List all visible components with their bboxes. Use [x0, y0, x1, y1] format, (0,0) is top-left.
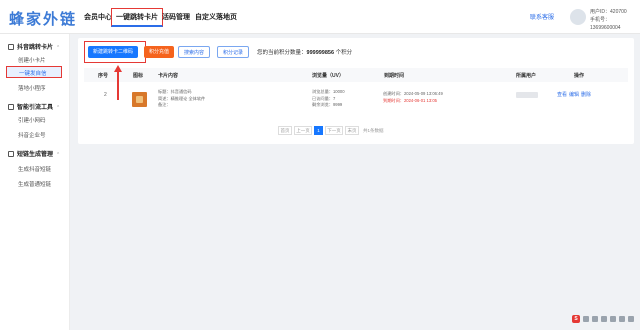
tray-icon — [619, 316, 625, 322]
annotation-arrow-line — [117, 70, 119, 100]
search-content-button[interactable]: 搜索内容 — [178, 46, 211, 58]
user-id-label: 用户ID： — [590, 9, 611, 15]
points-label: 您的当前积分数量： — [257, 50, 307, 56]
nav-custom-landing[interactable]: 自定义落地页 — [195, 12, 237, 22]
logo: 蜂家外链 — [9, 10, 78, 28]
expire-time: 到期时间：2024-06-01 13:05 — [383, 97, 438, 103]
pager-prev[interactable]: 上一页 — [294, 126, 312, 135]
sidebar-item-one-click[interactable]: 一键发自信 — [6, 66, 62, 78]
col-uv: 浏览量（UV） — [312, 73, 344, 79]
owner-redacted — [516, 92, 538, 98]
sidebar-item-normal-shortlink[interactable]: 生成普通短链 — [18, 180, 51, 188]
col-content: 卡片内容 — [158, 73, 179, 79]
sidebar-item-douyin-shortlink[interactable]: 生成抖音短链 — [18, 165, 51, 173]
chevron-up-icon: ⌃ — [56, 105, 61, 111]
tools-icon — [8, 104, 14, 110]
content-panel: 新建跳转卡二维码 积分充值 搜索内容 积分记录 您的当前积分数量：9999998… — [78, 38, 634, 144]
sidebar-group-label: 短链生成管理 — [17, 152, 54, 158]
sidebar-group-short-link[interactable]: 短链生成管理 ⌃ — [8, 149, 60, 158]
create-qrcode-button[interactable]: 新建跳转卡二维码 — [88, 46, 139, 58]
sidebar-group-traffic-tools[interactable]: 智能引流工具 ⌃ — [8, 102, 60, 111]
chevron-up-icon: ⌃ — [56, 45, 61, 51]
tray-icon — [592, 316, 598, 322]
user-id-value: 420700 — [610, 9, 627, 15]
phone-value: 13699600004 — [590, 25, 621, 31]
content-note: 备注： — [158, 102, 171, 107]
view-link[interactable]: 查看 — [557, 91, 567, 98]
user-info: 用户ID：420700 手机号： 13699600004 — [590, 8, 634, 32]
col-index: 序号 — [98, 73, 109, 79]
card-icon — [8, 44, 14, 50]
sidebar: 抖音跳转卡片 ⌃ 创建小卡片 一键发自信 落地小程序 智能引流工具 ⌃ 引建小网码 … — [0, 34, 70, 330]
pager-first[interactable]: 首页 — [278, 126, 292, 135]
col-owner: 所属用户 — [516, 73, 537, 79]
points-record-button[interactable]: 积分记录 — [217, 46, 250, 58]
points-summary: 您的当前积分数量：999999856 个积分 — [257, 48, 352, 56]
link-icon — [8, 151, 14, 157]
system-tray: S — [572, 314, 634, 324]
s-logo-icon: S — [572, 315, 580, 323]
sidebar-group-jump-card[interactable]: 抖音跳转卡片 ⌃ — [8, 42, 60, 51]
recharge-button[interactable]: 积分充值 — [144, 46, 175, 58]
nav-jump-card[interactable]: 一键跳转卡片 — [111, 8, 163, 27]
avatar[interactable] — [570, 9, 586, 25]
sidebar-group-label: 智能引流工具 — [17, 105, 54, 111]
phone-label: 手机号： — [590, 17, 611, 23]
chevron-up-icon: ⌃ — [56, 152, 61, 158]
pager-total: 共1条数据 — [363, 128, 384, 133]
col-icon: 图标 — [133, 73, 144, 79]
sidebar-item-mini-code[interactable]: 引建小网码 — [18, 116, 46, 124]
table-header: 序号 图标 卡片内容 浏览量（UV） 到期时间 所属用户 操作 — [84, 68, 628, 82]
sidebar-item-create-card[interactable]: 创建小卡片 — [18, 56, 46, 64]
edit-link[interactable]: 编辑 — [569, 91, 579, 98]
points-unit: 个积分 — [335, 50, 353, 56]
row-index: 2 — [104, 92, 107, 98]
col-actions: 操作 — [574, 73, 585, 79]
row-content: 标题：抖音通信码 简述：精推理论 全体软件 备注： — [158, 89, 205, 109]
delete-link[interactable]: 删除 — [581, 91, 591, 98]
pager-next[interactable]: 下一页 — [325, 126, 343, 135]
tray-icon — [583, 316, 589, 322]
tray-icon — [610, 316, 616, 322]
create-time: 创建时间：2024-05-09 13:06:49 — [383, 91, 443, 96]
customer-service-link[interactable]: 联系客服 — [530, 12, 554, 21]
top-header: 蜂家外链 会员中心 一键跳转卡片 活码管理 自定义落地页 联系客服 用户ID：4… — [0, 0, 640, 34]
sidebar-item-enterprise-account[interactable]: 抖音企业号 — [18, 131, 46, 139]
stat-total: 浏览总量：10000 — [312, 89, 345, 94]
nav-live-code[interactable]: 活码管理 — [162, 12, 190, 22]
points-value: 999999856 — [306, 50, 335, 56]
tray-icon — [628, 316, 634, 322]
sidebar-item-landing-miniapp[interactable]: 落地小程序 — [18, 84, 46, 92]
col-expire: 到期时间 — [384, 73, 405, 79]
pager-current[interactable]: 1 — [314, 126, 323, 135]
stat-remaining: 剩余浏览：9999 — [312, 102, 343, 107]
sidebar-group-label: 抖音跳转卡片 — [17, 45, 54, 51]
pager-last[interactable]: 末页 — [345, 126, 359, 135]
row-stats: 浏览总量：10000 已访问量：7 剩余浏览：9999 — [312, 89, 345, 109]
nav-member-center[interactable]: 会员中心 — [84, 12, 112, 22]
card-thumbnail-icon — [132, 92, 147, 107]
tray-icon — [601, 316, 607, 322]
row-times: 创建时间：2024-05-09 13:06:49 到期时间：2024-06-01… — [383, 91, 443, 104]
